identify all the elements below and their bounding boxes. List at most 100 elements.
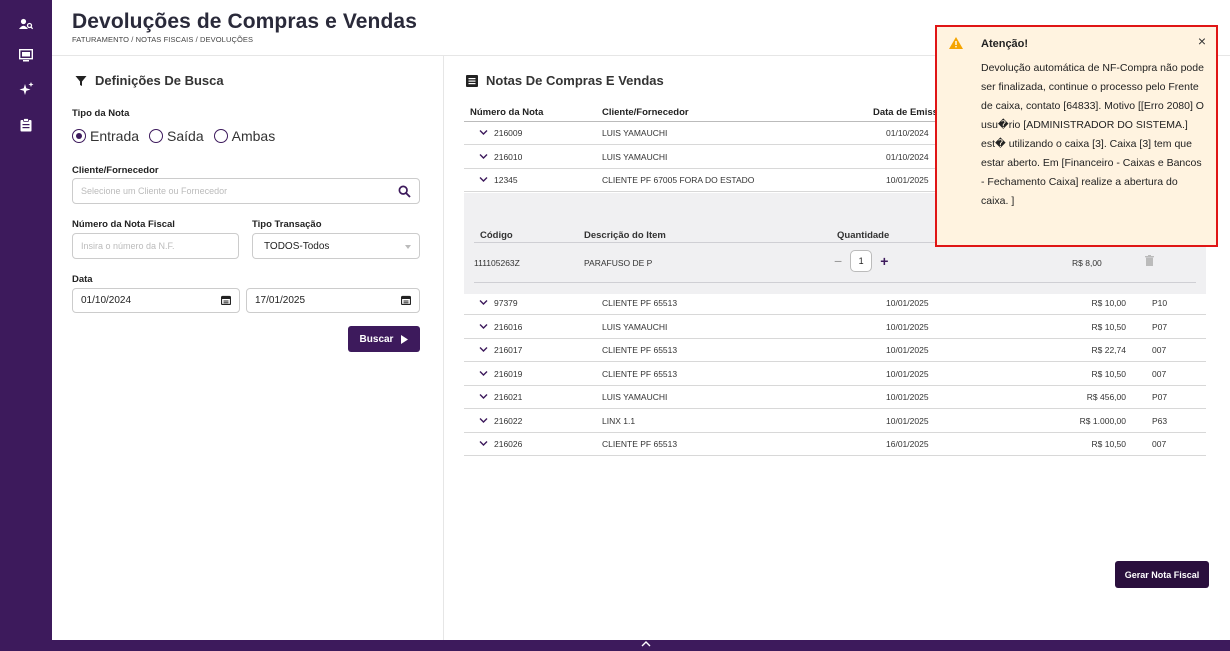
row-numero: 216026 [494, 439, 523, 449]
row-data: 01/10/2024 [886, 151, 929, 162]
table-row[interactable]: 216022 LINX 1.1 10/01/2025 R$ 1.000,00 P63 [464, 410, 1206, 433]
radio-dot[interactable] [213, 129, 228, 143]
row-data: 10/01/2025 [886, 345, 929, 355]
row-valor: R$ 22,74 [1091, 345, 1127, 355]
chevron-down-icon[interactable] [479, 417, 488, 423]
user-search-icon[interactable] [14, 12, 38, 36]
table-row[interactable]: 216016 LUIS YAMAUCHI 10/01/2025 R$ 10,50 P07 [464, 316, 1206, 339]
play-icon [401, 334, 409, 344]
row-cod: P07 [1152, 321, 1168, 332]
row-numero: 12345 [494, 175, 518, 185]
chevron-down-icon[interactable] [479, 153, 488, 159]
chevron-down-icon[interactable] [479, 176, 488, 182]
tipo-transacao-value: TODOS-Todos [264, 240, 330, 252]
row-cliente: CLIENTE PF 67005 FORA DO ESTADO [602, 175, 755, 185]
row-data: 10/01/2025 [886, 368, 929, 379]
gerar-nota-fiscal-button[interactable]: Gerar Nota Fiscal [1115, 561, 1209, 588]
chevron-down-icon[interactable] [479, 129, 488, 135]
date-from-input[interactable]: 01/10/2024 [72, 288, 240, 313]
date-to-value: 17/01/2025 [255, 295, 306, 306]
row-cliente: LUIS YAMAUCHI [602, 392, 668, 402]
row-cliente: LINX 1.1 [602, 415, 636, 426]
plus-icon[interactable]: + [880, 253, 888, 269]
breadcrumb: FATURAMENTO / NOTAS FISCAIS / DEVOLUÇÕES [72, 35, 254, 44]
row-numero: 216009 [494, 128, 523, 138]
tipo-transacao-select[interactable]: TODOS-Todos [252, 233, 420, 259]
table-row[interactable]: 216019 CLIENTE PF 65513 10/01/2025 R$ 10,50… [464, 363, 1206, 386]
radio-label: Entrada [90, 128, 140, 144]
row-valor: R$ 10,00 [1091, 298, 1127, 308]
calendar-icon[interactable] [221, 295, 231, 305]
notas-panel-title-text: Notas De Compras E Vendas [486, 73, 664, 88]
row-numero: 216022 [494, 415, 523, 426]
search-panel-title: Definições De Busca [75, 73, 224, 88]
table-row[interactable]: 97379 CLIENTE PF 65513 10/01/2025 R$ 10,00 P… [464, 292, 1206, 315]
minus-icon[interactable]: − [834, 253, 842, 269]
chevron-down-icon[interactable] [479, 346, 488, 352]
radio-ambas[interactable]: Ambas [213, 128, 276, 144]
radio-dot[interactable] [149, 129, 164, 143]
panel-divider [443, 56, 444, 640]
table-row[interactable]: 216017 CLIENTE PF 65513 10/01/2025 R$ 22,74… [464, 339, 1206, 362]
chevron-down-icon[interactable] [479, 393, 488, 399]
clipboard-icon[interactable] [14, 113, 38, 137]
bottom-bar [52, 640, 1230, 651]
col-header-cliente: Cliente/Fornecedor [602, 107, 689, 118]
row-numero: 216019 [494, 368, 523, 379]
page-header: Devoluções de Compras e Vendas FATURAMEN… [72, 10, 417, 44]
radio-saida[interactable]: Saída [149, 128, 204, 144]
radio-entrada[interactable]: Entrada [72, 128, 139, 144]
row-valor: R$ 10,50 [1091, 321, 1127, 332]
row-data: 16/01/2025 [886, 439, 929, 449]
row-cliente: LUIS YAMAUCHI [602, 128, 668, 138]
row-data: 10/01/2025 [886, 321, 929, 332]
row-valor: R$ 1.000,00 [1079, 415, 1126, 426]
chevron-down-icon[interactable] [479, 299, 488, 305]
row-data: 10/01/2025 [886, 298, 929, 308]
sub-header-descricao: Descrição do Item [584, 230, 666, 241]
table-row[interactable]: 216021 LUIS YAMAUCHI 10/01/2025 R$ 456,00 P0… [464, 386, 1206, 409]
row-cliente: CLIENTE PF 65513 [602, 345, 678, 355]
item-codigo: 111105263Z [474, 258, 520, 268]
row-cod: P07 [1152, 392, 1168, 402]
table-row[interactable]: 216026 CLIENTE PF 65513 16/01/2025 R$ 10,50… [464, 433, 1206, 456]
date-to-input[interactable]: 17/01/2025 [246, 288, 420, 313]
buscar-button[interactable]: Buscar [348, 326, 420, 352]
col-header-data: Data de Emiss [873, 107, 938, 118]
item-valor: R$ 8,00 [1072, 258, 1102, 268]
row-numero: 216021 [494, 392, 523, 402]
page-title: Devoluções de Compras e Vendas [72, 10, 417, 33]
quantity-input[interactable]: 1 [850, 250, 873, 272]
calendar-icon[interactable] [401, 295, 411, 305]
sub-header-quantidade: Quantidade [837, 230, 890, 241]
chevron-down-icon[interactable] [479, 440, 488, 446]
close-icon[interactable]: × [1198, 33, 1206, 49]
chevron-up-icon[interactable] [641, 641, 651, 647]
alert-title: Atenção! [981, 38, 1029, 50]
chevron-down-icon[interactable] [479, 370, 488, 376]
row-cod: P10 [1152, 298, 1168, 308]
trash-icon[interactable] [1145, 255, 1154, 266]
cliente-input[interactable]: Selecione um Cliente ou Fornecedor [72, 178, 420, 204]
notas-panel-title: Notas De Compras E Vendas [466, 73, 664, 88]
chevron-down-icon [405, 245, 411, 249]
row-valor: R$ 456,00 [1086, 392, 1126, 402]
alert-toast: Atenção! × Devolução automática de NF-Co… [935, 25, 1218, 247]
sparkles-icon[interactable] [14, 77, 38, 101]
filter-icon [75, 75, 87, 86]
radio-label: Ambas [231, 128, 276, 144]
buscar-label: Buscar [359, 333, 394, 345]
row-cod: 007 [1152, 368, 1167, 379]
sidebar [0, 0, 52, 651]
item-underline [474, 282, 1196, 283]
sub-header-codigo: Código [480, 230, 513, 241]
numero-nota-input[interactable]: Insira o número da N.F. [72, 233, 239, 259]
quantity-stepper: − 1 + [834, 250, 888, 272]
search-icon[interactable] [398, 185, 411, 198]
row-numero: 97379 [494, 298, 518, 308]
monitor-icon[interactable] [14, 43, 38, 67]
radio-dot[interactable] [72, 129, 86, 143]
chevron-down-icon[interactable] [479, 323, 488, 329]
warning-icon [949, 37, 963, 49]
row-numero: 216016 [494, 321, 523, 332]
